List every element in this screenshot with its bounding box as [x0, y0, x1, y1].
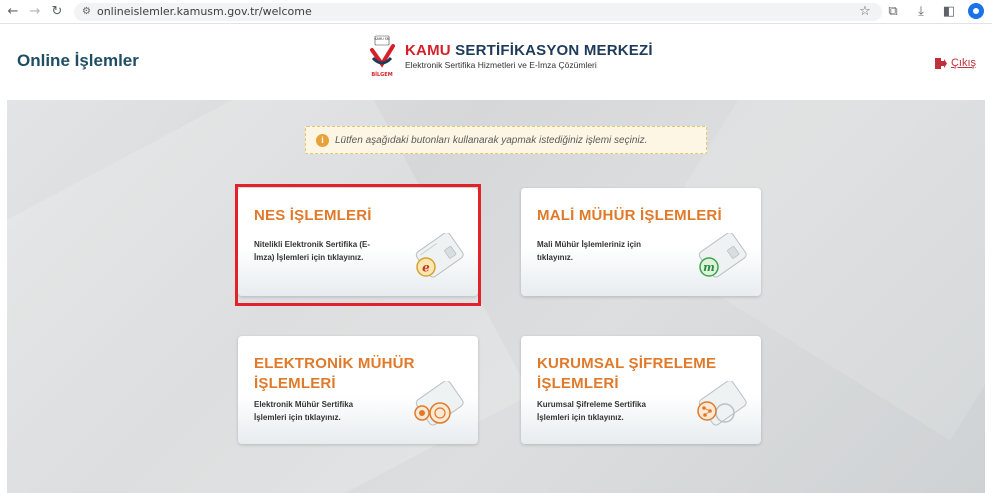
electronic-seal-card-icon	[408, 380, 470, 438]
nes-card-highlight-frame	[235, 184, 481, 306]
card-title: KURUMSAL ŞİFRELEME İŞLEMLERİ	[537, 355, 717, 392]
profile-avatar-icon[interactable]	[968, 3, 984, 19]
logout-icon	[934, 57, 947, 69]
logout-link[interactable]: Çıkış	[934, 57, 976, 69]
info-banner: i Lütfen aşağıdaki butonları kullanarak …	[305, 126, 707, 154]
brand-subtitle: Elektronik Sertifika Hizmetleri ve E-İmz…	[405, 60, 597, 70]
card-description: Kurumsal Şifreleme Sertifika İşlemleri i…	[537, 400, 646, 422]
card-description: Mali Mühür İşlemleriniz için tıklayınız.	[537, 240, 642, 262]
card-kurumsal-sifreleme-islemleri[interactable]: KURUMSAL ŞİFRELEME İŞLEMLERİ Kurumsal Şi…	[521, 336, 761, 444]
download-icon[interactable]: ⤓	[912, 2, 930, 20]
main-panel: i Lütfen aşağıdaki butonları kullanarak …	[7, 100, 985, 493]
kamusm-emblem-icon: KAMU SM BİLGEM	[367, 34, 397, 78]
card-description: Elektronik Mühür Sertifika İşlemleri içi…	[254, 400, 354, 422]
logo-small-top: KAMU SM	[374, 37, 389, 41]
encryption-card-icon	[691, 380, 753, 438]
url-text: onlineislemler.kamusm.gov.tr/welcome	[96, 5, 312, 18]
address-bar[interactable]: ⚙ onlineislemler.kamusm.gov.tr/welcome	[74, 2, 882, 21]
bookmark-star-icon[interactable]: ☆	[856, 2, 874, 20]
brand-dark: SERTİFİKASYON MERKEZİ	[455, 42, 653, 59]
site-settings-icon[interactable]: ⚙	[82, 6, 91, 17]
back-arrow-icon[interactable]: ←	[4, 3, 22, 21]
card-title: MALİ MÜHÜR İŞLEMLERİ	[537, 207, 722, 224]
side-panel-icon[interactable]: ◧	[940, 2, 958, 20]
logo-small-bottom: BİLGEM	[371, 71, 392, 78]
brand-red: KAMU	[405, 42, 451, 59]
app-title: Online İşlemler	[17, 51, 139, 70]
page-header: Online İşlemler KAMU SM BİLGEM KAMU SERT…	[0, 24, 992, 100]
card-elektronik-muhur-islemleri[interactable]: ELEKTRONİK MÜHÜR İŞLEMLERİ Elektronik Mü…	[238, 336, 478, 444]
info-message: Lütfen aşağıdaki butonları kullanarak ya…	[335, 134, 648, 146]
reload-icon[interactable]: ↻	[48, 3, 66, 21]
kamusm-logo[interactable]: KAMU SM BİLGEM KAMU SERTİFİKASYON MERKEZ…	[367, 34, 653, 78]
brand-name: KAMU SERTİFİKASYON MERKEZİ	[405, 42, 653, 59]
card-mali-muhur-islemleri[interactable]: MALİ MÜHÜR İŞLEMLERİ Mali Mühür İşlemler…	[521, 188, 761, 296]
card-title: ELEKTRONİK MÜHÜR İŞLEMLERİ	[254, 355, 415, 392]
browser-toolbar: ← → ↻ ⚙ onlineislemler.kamusm.gov.tr/wel…	[0, 0, 992, 24]
svg-text:m: m	[703, 261, 715, 274]
info-icon: i	[316, 133, 329, 147]
fiscal-seal-card-icon: m	[691, 232, 753, 290]
logout-label: Çıkış	[950, 57, 976, 69]
extensions-icon[interactable]: ⧉	[884, 2, 902, 20]
forward-arrow-icon[interactable]: →	[26, 3, 44, 21]
